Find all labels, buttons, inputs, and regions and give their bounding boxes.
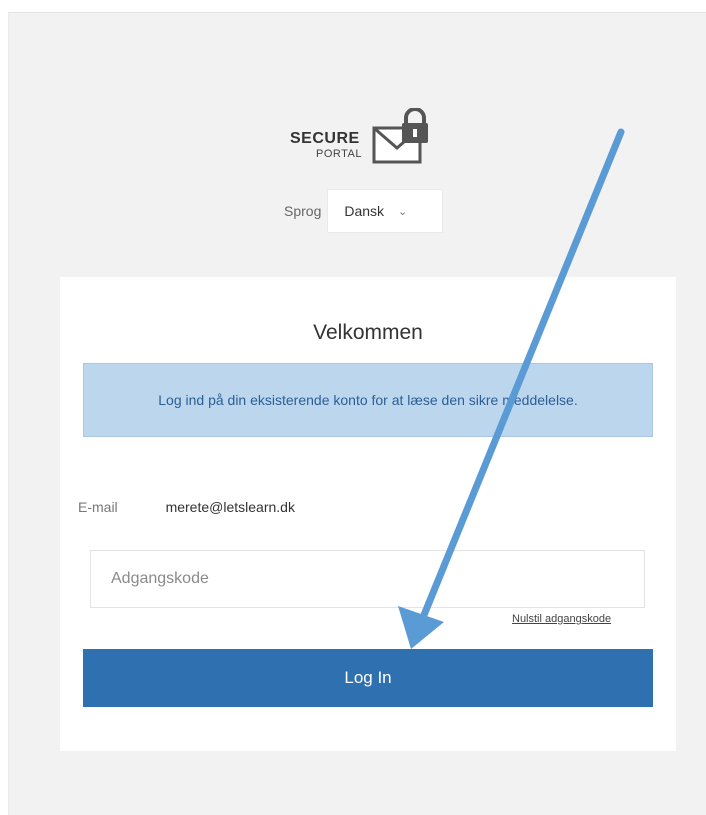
email-label: E-mail — [78, 499, 118, 515]
logo-secure-text: SECURE — [290, 130, 360, 147]
chevron-down-icon: ⌄ — [398, 205, 408, 218]
email-row: E-mail merete@letslearn.dk — [78, 499, 295, 515]
secure-portal-logo: SECURE PORTAL — [290, 108, 450, 170]
password-input[interactable] — [90, 550, 645, 608]
info-message-box: Log ind på din eksisterende konto for at… — [83, 363, 653, 437]
reset-password-link[interactable]: Nulstil adgangskode — [512, 613, 611, 625]
login-button[interactable]: Log In — [83, 649, 653, 707]
envelope-lock-icon — [372, 108, 428, 164]
email-value: merete@letslearn.dk — [165, 499, 295, 515]
info-message-text: Log ind på din eksisterende konto for at… — [158, 392, 578, 408]
language-dropdown[interactable]: Dansk ⌄ — [327, 189, 444, 233]
language-label: Sprog — [284, 203, 322, 219]
page-title: Velkommen — [313, 321, 423, 344]
login-card: Velkommen Log ind på din eksisterende ko… — [60, 277, 676, 751]
language-selected-value: Dansk — [344, 203, 385, 219]
logo-portal-text: PORTAL — [316, 148, 362, 160]
language-selector-row: Sprog Dansk ⌄ — [284, 189, 444, 233]
